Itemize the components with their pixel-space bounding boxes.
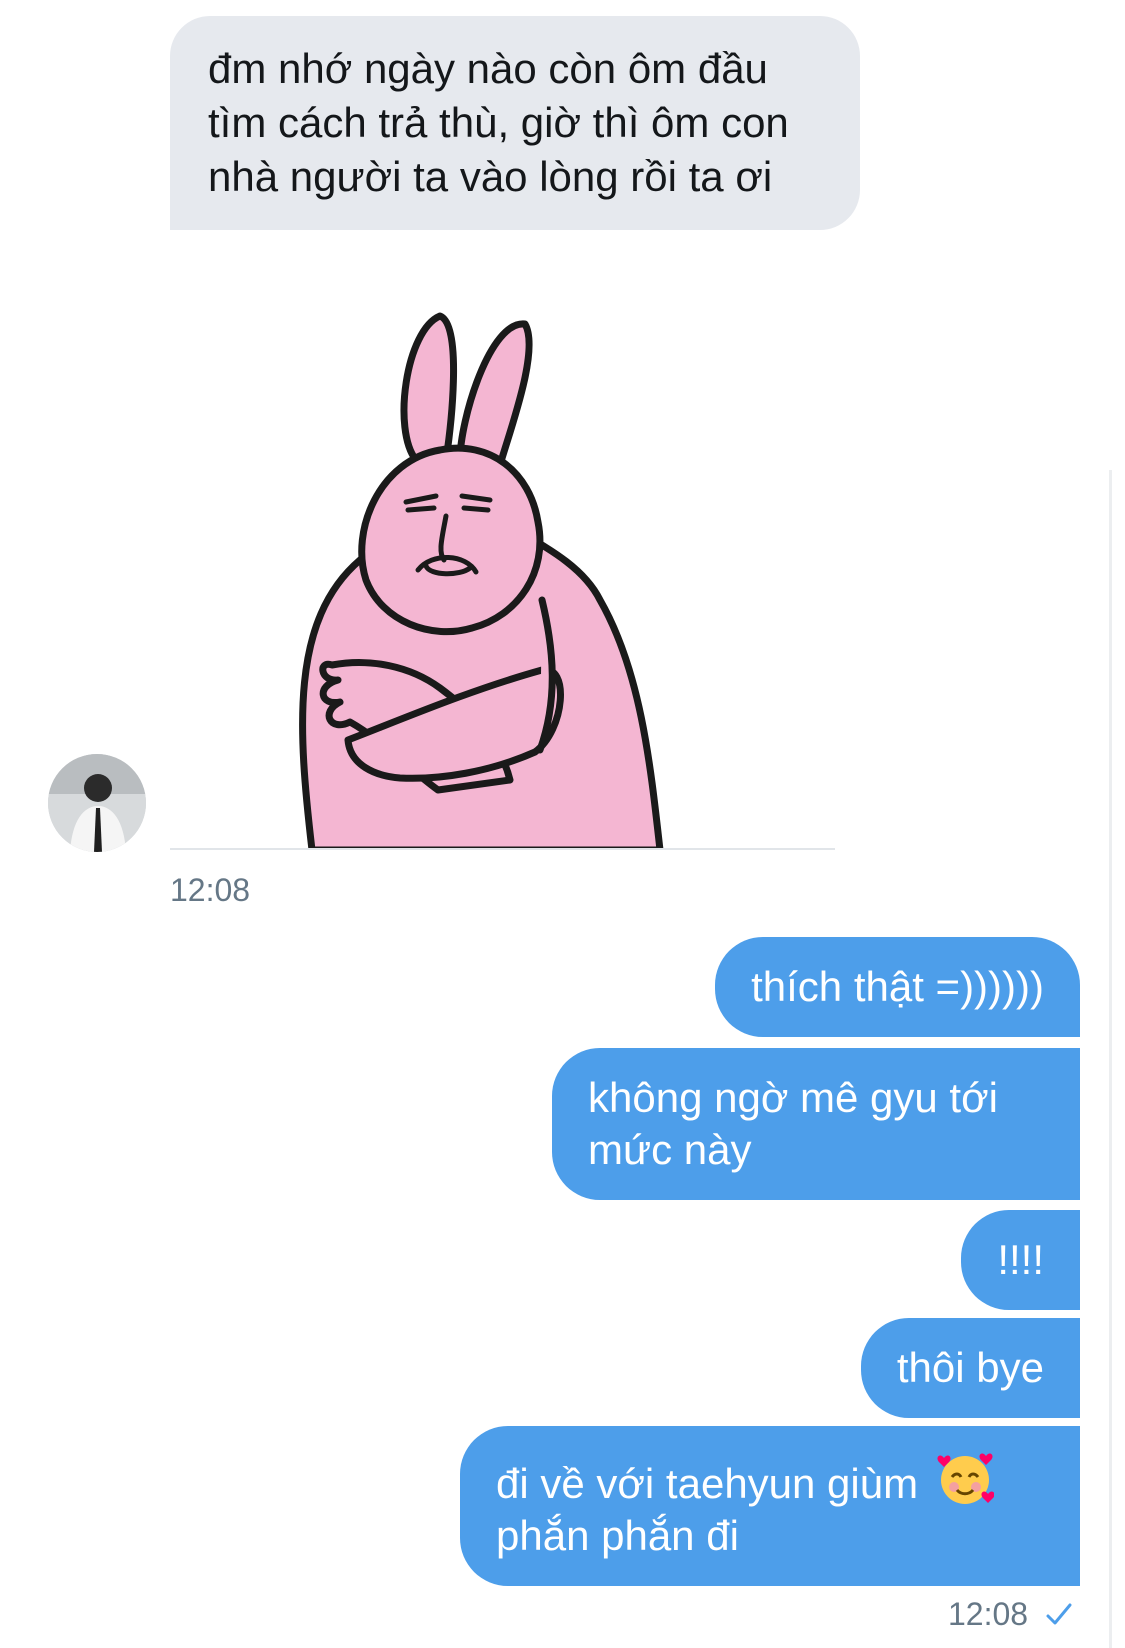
- avatar-icon: [48, 754, 146, 852]
- user-avatar[interactable]: [48, 754, 146, 852]
- outgoing-message[interactable]: thôi bye: [860, 1318, 1080, 1418]
- incoming-timestamp: 12:08: [170, 872, 251, 908]
- outgoing-message-line1: đi về với taehyun giùm: [496, 1460, 919, 1507]
- smiling-face-with-hearts-icon: [937, 1453, 994, 1504]
- incoming-message[interactable]: đm nhớ ngày nào còn ôm đầu tìm cách trả …: [170, 16, 860, 230]
- outgoing-message[interactable]: không ngờ mê gyu tới mức này: [552, 1048, 1080, 1200]
- outgoing-message[interactable]: !!!!: [961, 1210, 1080, 1310]
- sticker-divider: [170, 848, 835, 850]
- outgoing-timestamp: 12:08: [948, 1596, 1029, 1632]
- pink-rabbit-sticker[interactable]: [170, 310, 840, 850]
- sent-check-icon: [1046, 1603, 1072, 1625]
- scrollbar[interactable]: [1109, 470, 1112, 1648]
- dm-conversation: đm nhớ ngày nào còn ôm đầu tìm cách trả …: [0, 0, 1125, 1648]
- outgoing-message[interactable]: thích thật =)))))): [715, 937, 1080, 1037]
- outgoing-message[interactable]: đi về với taehyun giùm phắn phắn đi: [460, 1426, 1080, 1586]
- outgoing-message-line2: phắn phắn đi: [496, 1512, 739, 1559]
